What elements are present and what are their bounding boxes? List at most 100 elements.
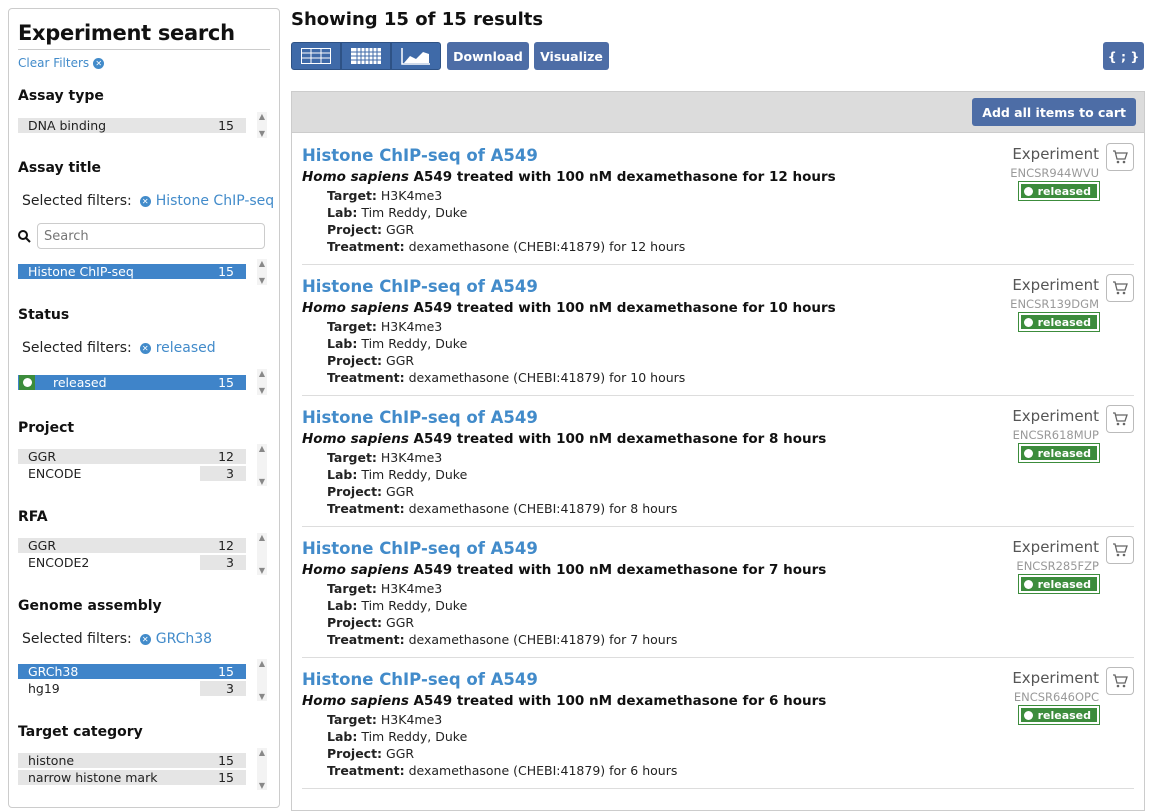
facet-scrollbar[interactable]: ▲ ▼ xyxy=(257,369,267,395)
search-icon xyxy=(18,229,31,243)
json-button[interactable]: { ; } xyxy=(1103,42,1144,70)
result-type: Experiment xyxy=(1012,407,1099,425)
sidebar-title: Experiment search xyxy=(18,21,270,50)
add-all-to-cart-button[interactable]: Add all items to cart xyxy=(972,98,1136,126)
facet-scrollbar[interactable]: ▲ ▼ xyxy=(257,112,267,138)
results-heading: Showing 15 of 15 results xyxy=(291,9,544,30)
remove-filter-histone-chip-seq[interactable]: ✕ Histone ChIP-seq xyxy=(139,193,274,209)
add-to-cart-button[interactable] xyxy=(1106,405,1134,433)
table-view-button[interactable] xyxy=(291,42,341,70)
status-badge: released xyxy=(1017,574,1101,594)
status-badge: released xyxy=(1017,181,1101,201)
result-item: Histone ChIP-seq of A549 Homo sapiens A5… xyxy=(302,657,1134,789)
facet-term-dna-binding[interactable]: DNA binding 15 xyxy=(18,118,246,133)
selected-filters-assembly: Selected filters: ✕ GRCh38 xyxy=(22,631,213,647)
status-badge: released xyxy=(1017,705,1101,725)
add-to-cart-button[interactable] xyxy=(1106,143,1134,171)
download-button[interactable]: Download xyxy=(447,42,529,70)
cart-icon xyxy=(1113,281,1128,295)
result-type: Experiment xyxy=(1012,669,1099,687)
add-to-cart-button[interactable] xyxy=(1106,274,1134,302)
cart-icon xyxy=(1113,412,1128,426)
facet-scrollbar[interactable]: ▲ ▼ xyxy=(257,533,267,575)
results-panel-header: Add all items to cart xyxy=(292,92,1144,133)
result-title-link[interactable]: Histone ChIP-seq of A549 xyxy=(302,670,538,689)
facet-term-hg19[interactable]: hg19 3 xyxy=(18,681,246,696)
facet-title-rfa: RFA xyxy=(18,509,48,525)
clear-filters-label: Clear Filters xyxy=(18,56,90,70)
remove-filter-grch38[interactable]: ✕ GRCh38 xyxy=(139,631,212,647)
facet-title-project: Project xyxy=(18,420,75,436)
remove-filter-released[interactable]: ✕ released xyxy=(139,340,216,356)
table-icon xyxy=(301,48,331,64)
facet-term-ggr[interactable]: GGR 12 xyxy=(18,449,246,464)
cart-icon xyxy=(1113,674,1128,688)
result-title-link[interactable]: Histone ChIP-seq of A549 xyxy=(302,408,538,427)
facet-title-assay-type: Assay type xyxy=(18,88,104,104)
facet-title-target-category: Target category xyxy=(18,724,143,740)
facet-term-narrow-histone-mark[interactable]: narrow histone mark 15 xyxy=(18,770,246,785)
status-badge: released xyxy=(1017,312,1101,332)
result-title-link[interactable]: Histone ChIP-seq of A549 xyxy=(302,277,538,296)
cart-icon xyxy=(1113,543,1128,557)
view-switcher xyxy=(291,42,441,70)
matrix-icon xyxy=(351,48,381,64)
result-type: Experiment xyxy=(1012,538,1099,556)
matrix-view-button[interactable] xyxy=(341,42,391,70)
result-title-link[interactable]: Histone ChIP-seq of A549 xyxy=(302,146,538,165)
facet-term-histone-chip-seq[interactable]: Histone ChIP-seq 15 xyxy=(18,264,246,279)
facet-sidebar: Experiment search Clear Filters ✕ Assay … xyxy=(8,8,280,808)
result-accession: ENCSR285FZP xyxy=(1016,559,1099,573)
result-description: Homo sapiens A549 treated with 100 nM de… xyxy=(302,693,827,709)
add-to-cart-button[interactable] xyxy=(1106,667,1134,695)
result-fields: Target: H3K4me3 Lab: Tim Reddy, Duke Pro… xyxy=(327,188,686,254)
result-title-link[interactable]: Histone ChIP-seq of A549 xyxy=(302,539,538,558)
facet-term-released[interactable]: released 15 xyxy=(18,375,246,390)
selected-filters-assay-title: Selected filters: ✕ Histone ChIP-seq xyxy=(22,193,275,209)
facet-term-rfa-ggr[interactable]: GGR 12 xyxy=(18,538,246,553)
results-panel: Add all items to cart Histone ChIP-seq o… xyxy=(291,91,1145,811)
result-accession: ENCSR618MUP xyxy=(1012,428,1099,442)
facet-term-encode2[interactable]: ENCODE2 3 xyxy=(18,555,246,570)
result-accession: ENCSR646OPC xyxy=(1013,690,1099,704)
facet-scrollbar[interactable]: ▲ ▼ xyxy=(257,748,267,790)
facet-search xyxy=(18,223,265,249)
result-item: Histone ChIP-seq of A549 Homo sapiens A5… xyxy=(302,264,1134,396)
facet-title-assay-title: Assay title xyxy=(18,160,101,176)
status-dot-icon xyxy=(19,375,35,390)
facet-term-encode[interactable]: ENCODE 3 xyxy=(18,466,246,481)
cart-icon xyxy=(1113,150,1128,164)
facet-scrollbar[interactable]: ▲ ▼ xyxy=(257,444,267,486)
facet-title-genome-assembly: Genome assembly xyxy=(18,598,162,614)
summary-view-button[interactable] xyxy=(391,42,441,70)
facet-scrollbar[interactable]: ▲ ▼ xyxy=(257,659,267,701)
result-fields: Target: H3K4me3 Lab: Tim Reddy, Duke Pro… xyxy=(327,319,686,385)
visualize-button[interactable]: Visualize xyxy=(534,42,609,70)
result-item: Histone ChIP-seq of A549 Homo sapiens A5… xyxy=(302,133,1134,265)
clear-icon: ✕ xyxy=(93,57,105,69)
result-description: Homo sapiens A549 treated with 100 nM de… xyxy=(302,300,836,316)
result-fields: Target: H3K4me3 Lab: Tim Reddy, Duke Pro… xyxy=(327,712,678,778)
result-type: Experiment xyxy=(1012,276,1099,294)
add-to-cart-button[interactable] xyxy=(1106,536,1134,564)
status-badge: released xyxy=(1017,443,1101,463)
result-fields: Target: H3K4me3 Lab: Tim Reddy, Duke Pro… xyxy=(327,450,678,516)
remove-icon: ✕ xyxy=(139,342,151,354)
clear-filters-link[interactable]: Clear Filters ✕ xyxy=(18,56,270,70)
result-description: Homo sapiens A549 treated with 100 nM de… xyxy=(302,431,827,447)
remove-icon: ✕ xyxy=(139,633,151,645)
result-accession: ENCSR944WVU xyxy=(1010,166,1099,180)
facet-title-status: Status xyxy=(18,307,70,323)
result-description: Homo sapiens A549 treated with 100 nM de… xyxy=(302,169,836,185)
area-chart-icon xyxy=(401,48,430,65)
remove-icon: ✕ xyxy=(139,195,151,207)
facet-term-grch38[interactable]: GRCh38 15 xyxy=(18,664,246,679)
result-accession: ENCSR139DGM xyxy=(1010,297,1099,311)
result-item: Histone ChIP-seq of A549 Homo sapiens A5… xyxy=(302,395,1134,527)
result-fields: Target: H3K4me3 Lab: Tim Reddy, Duke Pro… xyxy=(327,581,678,647)
facet-term-histone[interactable]: histone 15 xyxy=(18,753,246,768)
facet-scrollbar[interactable]: ▲ ▼ xyxy=(257,259,267,285)
result-description: Homo sapiens A549 treated with 100 nM de… xyxy=(302,562,827,578)
result-type: Experiment xyxy=(1012,145,1099,163)
facet-search-input[interactable] xyxy=(37,223,265,249)
